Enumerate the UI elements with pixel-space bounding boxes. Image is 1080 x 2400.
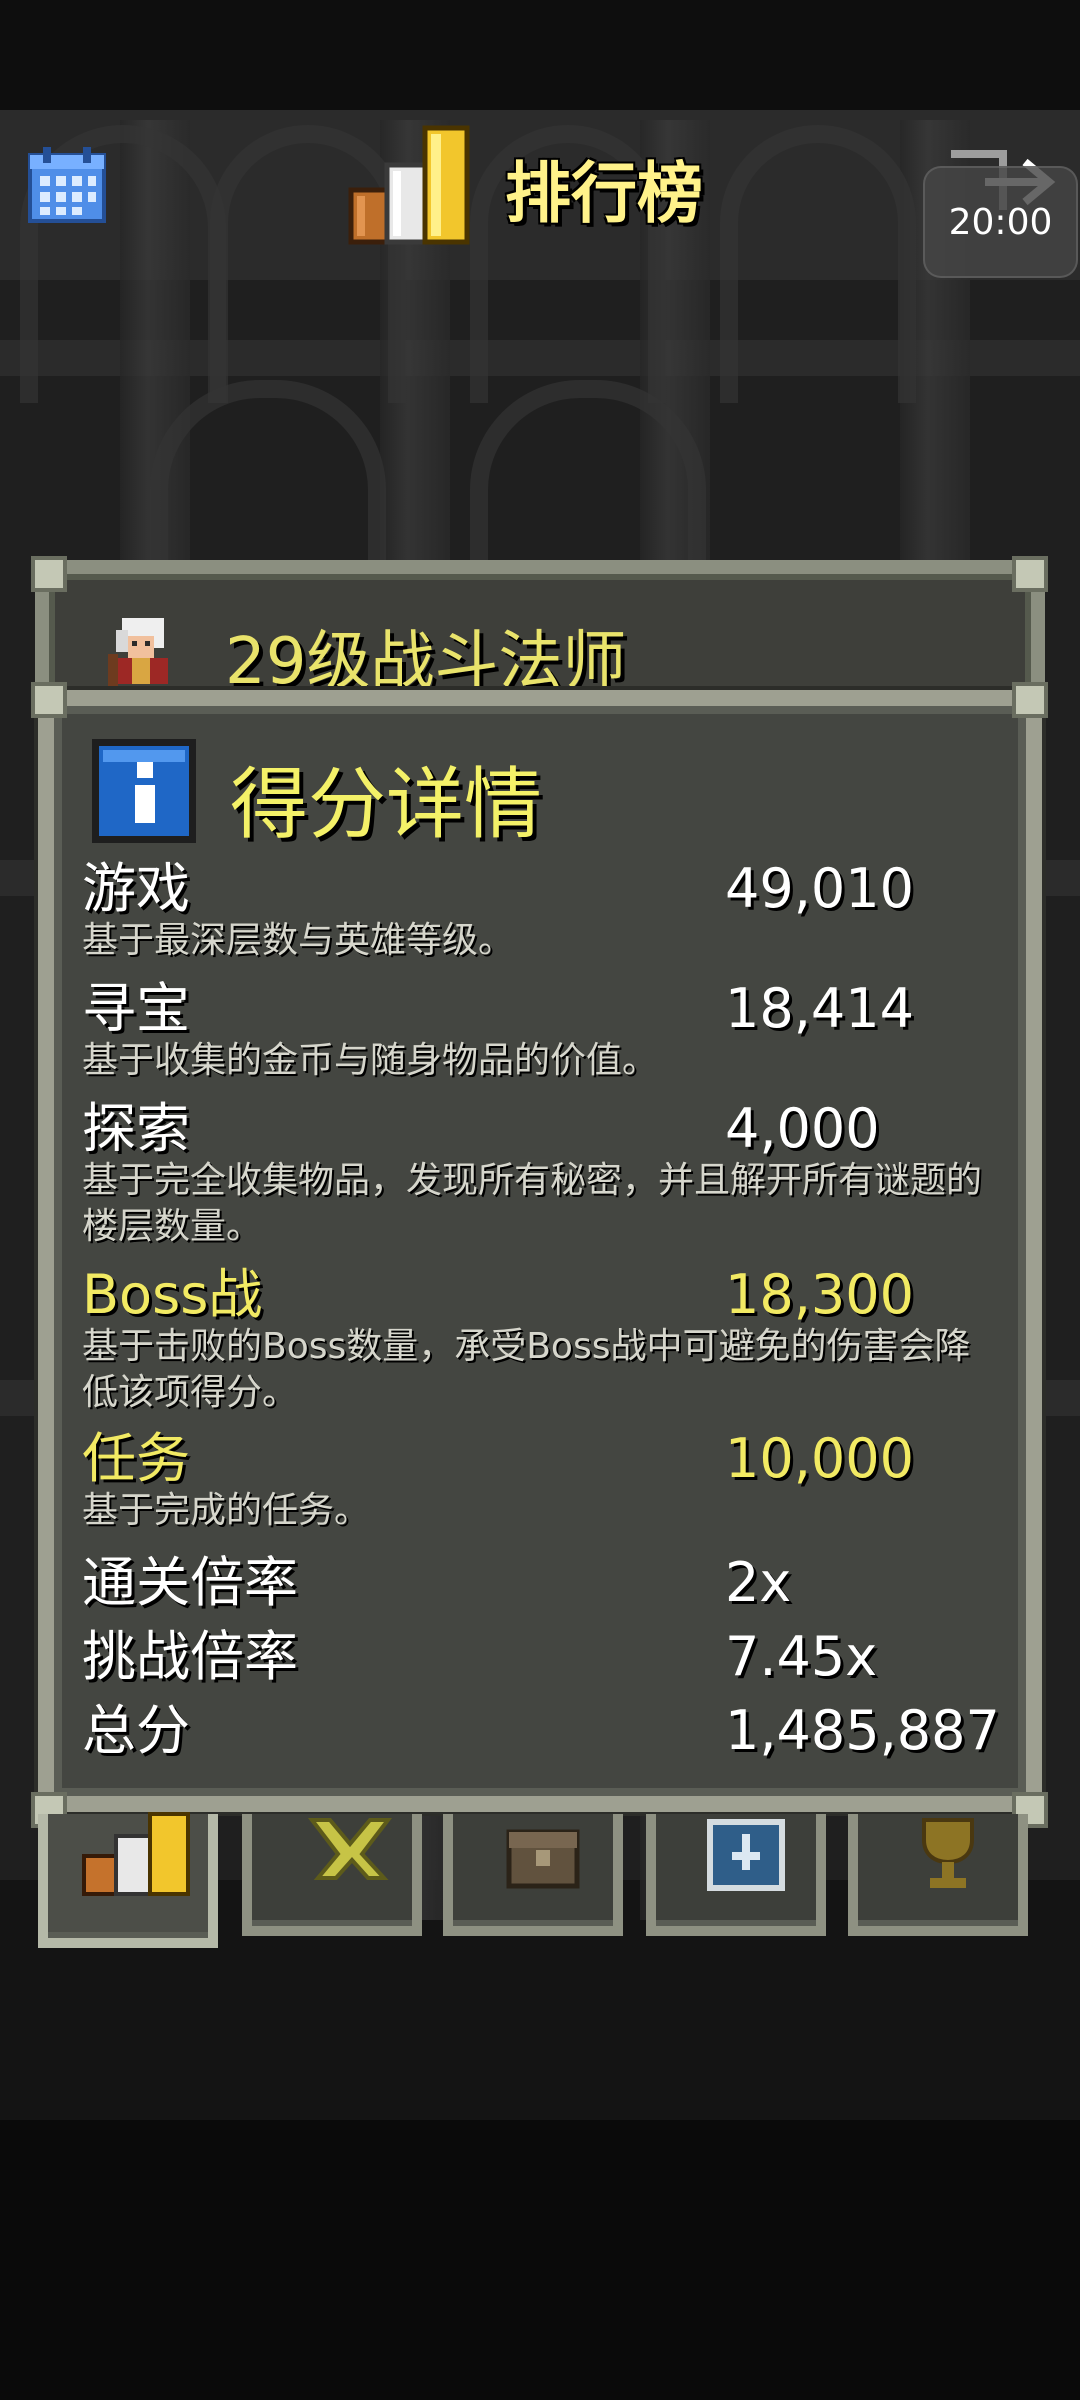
score-value: 1,485,887: [725, 1699, 1000, 1762]
trophy-icon: [922, 1818, 974, 1888]
badges-icon: [307, 1818, 393, 1880]
score-description: 基于完全收集物品，发现所有秘密，并且解开所有谜题的楼层数量。: [82, 1160, 983, 1247]
tab-journal[interactable]: [443, 1814, 623, 1936]
dialog-title: 得分详情: [230, 760, 543, 850]
leaderboard-title: 排行榜: [345, 120, 765, 250]
panel-corner: [31, 682, 67, 718]
score-value: 10,000: [725, 1427, 914, 1490]
score-value: 18,300: [725, 1263, 914, 1326]
score-label: 挑战倍率: [82, 1625, 298, 1688]
tab-catalog[interactable]: [646, 1814, 826, 1936]
catalog-icon: [707, 1819, 785, 1891]
tab-rankings[interactable]: [38, 1812, 218, 1948]
calendar-icon[interactable]: [26, 145, 108, 225]
score-description: 基于击败的Boss数量，承受Boss战中可避免的伤害会降低该项得分。: [82, 1326, 971, 1413]
score-value: 2x: [725, 1551, 792, 1614]
score-label: 任务: [82, 1427, 190, 1490]
panel-corner: [1012, 682, 1048, 718]
rankings-icon: [82, 1812, 190, 1896]
tab-trophies[interactable]: [848, 1814, 1028, 1936]
score-description: 基于最深层数与英雄等级。: [82, 920, 515, 961]
time-badge: 20:00: [923, 166, 1078, 278]
bottom-tabs: [38, 1812, 1043, 1964]
battlemage-hero-icon: [108, 618, 168, 688]
score-label: 寻宝: [82, 977, 190, 1040]
journal-chest-icon: [506, 1829, 580, 1889]
score-label: Boss战: [82, 1263, 263, 1326]
score-label: 通关倍率: [82, 1551, 298, 1614]
panel-corner: [1012, 556, 1048, 592]
score-label: 游戏: [82, 857, 190, 920]
panel-corner: [31, 556, 67, 592]
score-label: 总分: [82, 1699, 190, 1762]
score-description: 基于收集的金币与随身物品的价值。: [82, 1040, 659, 1081]
dialog-header: 得分详情: [88, 730, 848, 850]
score-value: 7.45x: [725, 1625, 878, 1688]
score-value: 4,000: [725, 1097, 880, 1160]
score-value: 18,414: [725, 977, 914, 1040]
tab-badges[interactable]: [242, 1814, 422, 1936]
hero-rank-title: 29级战斗法师: [225, 625, 627, 699]
score-value: 49,010: [725, 857, 914, 920]
page-title: 排行榜: [505, 155, 703, 232]
time-text: 20:00: [948, 202, 1053, 243]
score-description: 基于完成的任务。: [82, 1490, 371, 1531]
info-icon: [92, 739, 196, 843]
rankings-icon: [348, 125, 470, 245]
score-label: 探索: [82, 1097, 190, 1160]
